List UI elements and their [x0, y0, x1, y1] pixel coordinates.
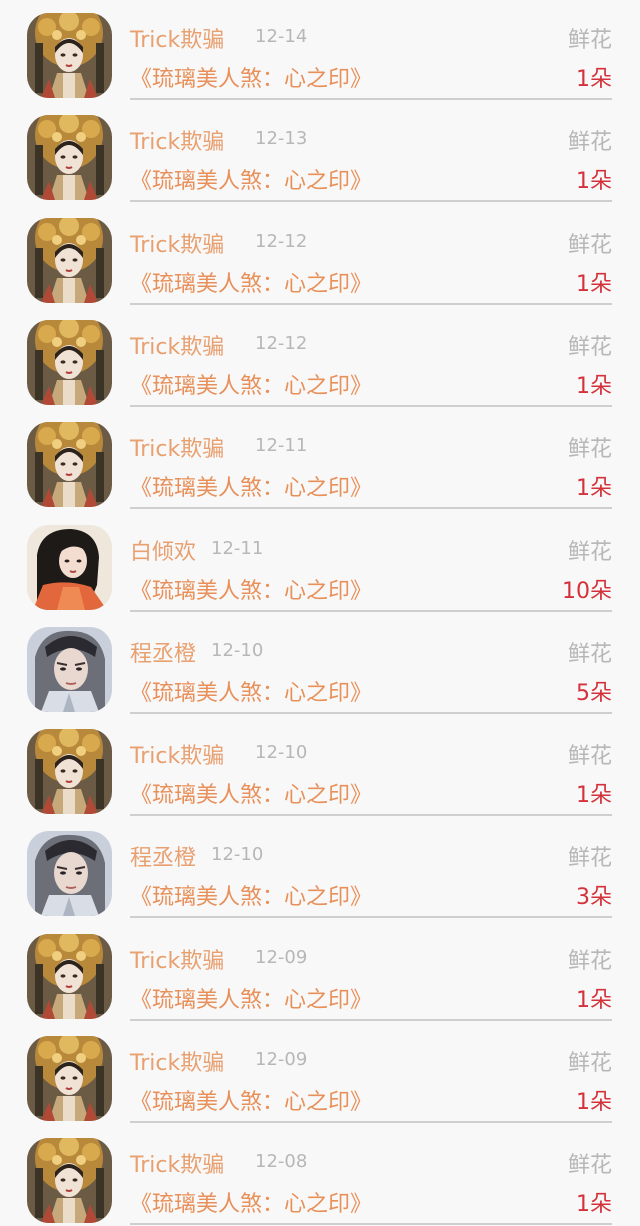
list-item[interactable]: Trick欺骗 12-09 鲜花 《琉璃美人煞：心之印》 1朵	[0, 921, 640, 1023]
gift-type: 鲜花	[567, 28, 612, 53]
ornate-headdress-portrait-avatar[interactable]	[27, 1138, 112, 1223]
ornate-headdress-portrait-avatar[interactable]	[27, 320, 112, 405]
gift-count: 1朵	[576, 67, 612, 92]
book-title[interactable]: 《琉璃美人煞：心之印》	[130, 1186, 372, 1218]
gift-type: 鲜花	[567, 1051, 612, 1076]
ornate-headdress-portrait-avatar[interactable]	[27, 934, 112, 1019]
date-label: 12-08	[255, 1151, 308, 1172]
date-label: 12-13	[255, 128, 308, 149]
user-name[interactable]: Trick欺骗	[130, 943, 224, 975]
list-item[interactable]: 程丞橙 12-10 鲜花 《琉璃美人煞：心之印》 3朵	[0, 818, 640, 920]
book-title[interactable]: 《琉璃美人煞：心之印》	[130, 777, 372, 809]
list-item[interactable]: Trick欺骗 12-14 鲜花 《琉璃美人煞：心之印》 1朵	[0, 0, 640, 102]
date-label: 12-11	[255, 435, 308, 456]
gift-type: 鲜花	[567, 949, 612, 974]
pale-man-portrait-avatar[interactable]	[27, 627, 112, 712]
divider	[130, 916, 612, 918]
date-label: 12-14	[255, 26, 308, 47]
gift-type: 鲜花	[567, 744, 612, 769]
pale-man-portrait-avatar[interactable]	[27, 831, 112, 916]
date-label: 12-12	[255, 333, 308, 354]
gift-type: 鲜花	[567, 335, 612, 360]
ornate-headdress-portrait-avatar[interactable]	[27, 13, 112, 98]
gift-count: 1朵	[576, 374, 612, 399]
divider	[130, 1019, 612, 1021]
book-title[interactable]: 《琉璃美人煞：心之印》	[130, 266, 372, 298]
book-title[interactable]: 《琉璃美人煞：心之印》	[130, 368, 372, 400]
gift-type: 鲜花	[567, 642, 612, 667]
user-name[interactable]: 白倾欢	[130, 534, 196, 566]
divider	[130, 98, 612, 100]
gift-type: 鲜花	[567, 1153, 612, 1178]
list-item[interactable]: 白倾欢 12-11 鲜花 《琉璃美人煞：心之印》 10朵	[0, 512, 640, 614]
gift-count: 1朵	[576, 783, 612, 808]
book-title[interactable]: 《琉璃美人煞：心之印》	[130, 675, 372, 707]
gift-count: 3朵	[576, 885, 612, 910]
gift-type: 鲜花	[567, 540, 612, 565]
gift-count: 1朵	[576, 1192, 612, 1217]
gift-count: 10朵	[562, 579, 612, 604]
divider	[130, 1121, 612, 1123]
book-title[interactable]: 《琉璃美人煞：心之印》	[130, 573, 372, 605]
user-name[interactable]: Trick欺骗	[130, 431, 224, 463]
dark-hair-red-robe-portrait-avatar[interactable]	[27, 525, 112, 610]
ornate-headdress-portrait-avatar[interactable]	[27, 218, 112, 303]
list-item[interactable]: 程丞橙 12-10 鲜花 《琉璃美人煞：心之印》 5朵	[0, 614, 640, 716]
divider	[130, 1223, 612, 1225]
gift-count: 1朵	[576, 1090, 612, 1115]
ornate-headdress-portrait-avatar[interactable]	[27, 422, 112, 507]
user-name[interactable]: 程丞橙	[130, 840, 196, 872]
divider	[130, 814, 612, 816]
book-title[interactable]: 《琉璃美人煞：心之印》	[130, 61, 372, 93]
list-item[interactable]: Trick欺骗 12-13 鲜花 《琉璃美人煞：心之印》 1朵	[0, 102, 640, 204]
book-title[interactable]: 《琉璃美人煞：心之印》	[130, 470, 372, 502]
list-item[interactable]: Trick欺骗 12-12 鲜花 《琉璃美人煞：心之印》 1朵	[0, 307, 640, 409]
gift-type: 鲜花	[567, 233, 612, 258]
date-label: 12-11	[211, 538, 264, 559]
user-name[interactable]: Trick欺骗	[130, 738, 224, 770]
date-label: 12-09	[255, 1049, 308, 1070]
divider	[130, 303, 612, 305]
gift-type: 鲜花	[567, 846, 612, 871]
list-item[interactable]: Trick欺骗 12-08 鲜花 《琉璃美人煞：心之印》 1朵	[0, 1125, 640, 1226]
date-label: 12-10	[255, 742, 308, 763]
divider	[130, 200, 612, 202]
gift-count: 1朵	[576, 169, 612, 194]
book-title[interactable]: 《琉璃美人煞：心之印》	[130, 982, 372, 1014]
user-name[interactable]: Trick欺骗	[130, 1147, 224, 1179]
user-name[interactable]: Trick欺骗	[130, 227, 224, 259]
list-item[interactable]: Trick欺骗 12-09 鲜花 《琉璃美人煞：心之印》 1朵	[0, 1023, 640, 1125]
user-name[interactable]: Trick欺骗	[130, 1045, 224, 1077]
ornate-headdress-portrait-avatar[interactable]	[27, 115, 112, 200]
divider	[130, 507, 612, 509]
user-name[interactable]: Trick欺骗	[130, 124, 224, 156]
gift-count: 1朵	[576, 476, 612, 501]
book-title[interactable]: 《琉璃美人煞：心之印》	[130, 163, 372, 195]
user-name[interactable]: 程丞橙	[130, 636, 196, 668]
date-label: 12-09	[255, 947, 308, 968]
divider	[130, 610, 612, 612]
user-name[interactable]: Trick欺骗	[130, 22, 224, 54]
gift-type: 鲜花	[567, 437, 612, 462]
divider	[130, 405, 612, 407]
ornate-headdress-portrait-avatar[interactable]	[27, 729, 112, 814]
gift-count: 1朵	[576, 272, 612, 297]
gift-type: 鲜花	[567, 130, 612, 155]
date-label: 12-10	[211, 640, 264, 661]
user-name[interactable]: Trick欺骗	[130, 329, 224, 361]
book-title[interactable]: 《琉璃美人煞：心之印》	[130, 1084, 372, 1116]
date-label: 12-12	[255, 231, 308, 252]
book-title[interactable]: 《琉璃美人煞：心之印》	[130, 879, 372, 911]
divider	[130, 712, 612, 714]
list-item[interactable]: Trick欺骗 12-12 鲜花 《琉璃美人煞：心之印》 1朵	[0, 205, 640, 307]
gift-record-list: Trick欺骗 12-14 鲜花 《琉璃美人煞：心之印》 1朵 Trick欺骗 …	[0, 0, 640, 1226]
gift-count: 1朵	[576, 988, 612, 1013]
list-item[interactable]: Trick欺骗 12-11 鲜花 《琉璃美人煞：心之印》 1朵	[0, 409, 640, 511]
ornate-headdress-portrait-avatar[interactable]	[27, 1036, 112, 1121]
date-label: 12-10	[211, 844, 264, 865]
list-item[interactable]: Trick欺骗 12-10 鲜花 《琉璃美人煞：心之印》 1朵	[0, 716, 640, 818]
gift-count: 5朵	[576, 681, 612, 706]
